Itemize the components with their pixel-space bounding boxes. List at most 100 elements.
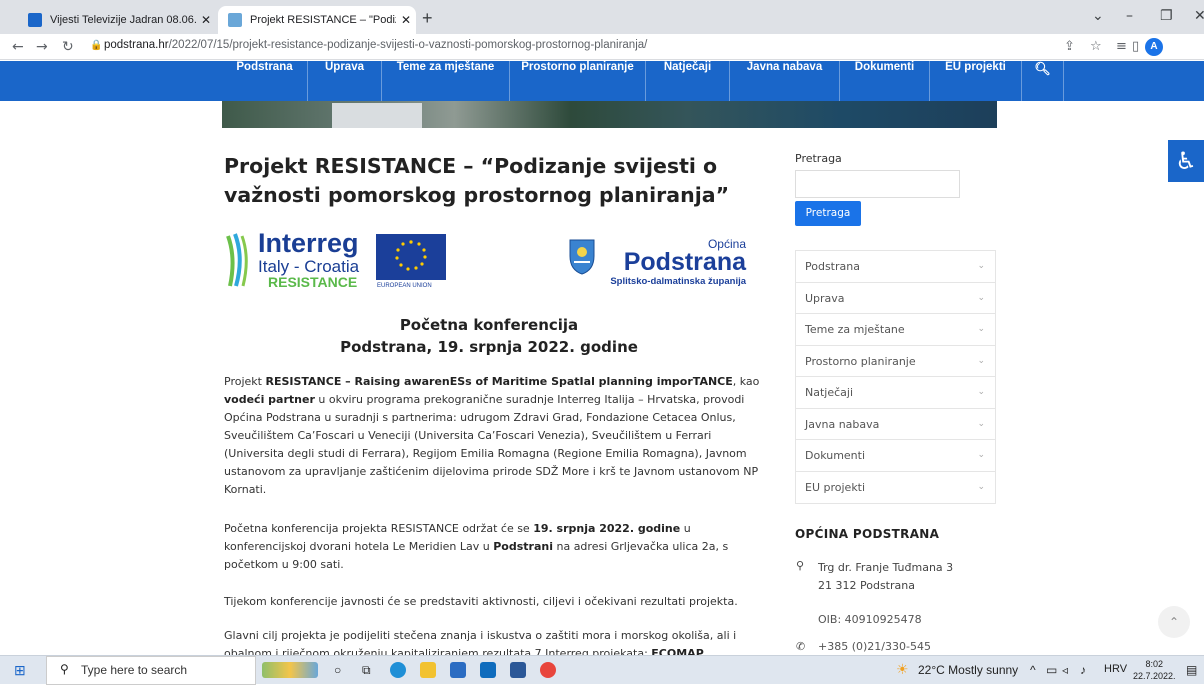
article-paragraph-3: Tijekom konferencije javnosti će se pred… bbox=[224, 595, 738, 608]
scroll-to-top-button[interactable]: ⌃ bbox=[1158, 606, 1190, 638]
chevron-down-icon: ⌄ bbox=[977, 387, 985, 397]
profile-avatar[interactable]: A bbox=[1145, 38, 1163, 56]
nav-item-teme[interactable]: Teme za mještane bbox=[382, 61, 510, 101]
weather-text[interactable]: 22°C Mostly sunny bbox=[918, 663, 1018, 677]
volume-icon[interactable]: ♪ bbox=[1080, 663, 1086, 677]
store-icon[interactable] bbox=[450, 662, 466, 678]
tab-close-icon[interactable]: ✕ bbox=[396, 13, 416, 27]
cortana-icon[interactable]: ○ bbox=[334, 663, 341, 677]
zupanija-word: Splitsko-dalmatinska županija bbox=[610, 276, 746, 287]
header-banner-image bbox=[222, 101, 997, 128]
sidebar-item-prostorno[interactable]: Prostorno planiranje ⌄ bbox=[796, 346, 995, 377]
language-indicator[interactable]: HRV bbox=[1104, 663, 1127, 675]
site-navigation: Podstrana Uprava Teme za mještane Prosto… bbox=[0, 61, 1204, 101]
notifications-icon[interactable]: ▤ bbox=[1186, 663, 1197, 677]
close-window-icon[interactable]: ✕ bbox=[1194, 8, 1204, 24]
conference-line-2: Podstrana, 19. srpnja 2022. godine bbox=[340, 338, 638, 356]
browser-tab-active[interactable]: Projekt RESISTANCE – "Podizanje ✕ bbox=[218, 6, 416, 34]
eu-label: EUROPEAN UNION bbox=[377, 283, 432, 289]
banner-building bbox=[332, 103, 422, 128]
sidebar-item-javna-nabava[interactable]: Javna nabava ⌄ bbox=[796, 409, 995, 440]
org-phone[interactable]: +385 (0)21/330-545 bbox=[818, 640, 931, 653]
outlook-icon[interactable] bbox=[480, 662, 496, 678]
sidebar-item-dokumenti[interactable]: Dokumenti ⌄ bbox=[796, 440, 995, 472]
chevron-down-icon: ⌄ bbox=[977, 324, 985, 334]
nav-item-javna-nabava[interactable]: Javna nabava bbox=[730, 61, 840, 101]
task-view-icon[interactable]: ⧉ bbox=[362, 663, 371, 678]
reload-icon[interactable]: ↻ bbox=[62, 39, 74, 55]
side-panel-icon[interactable]: ▯ bbox=[1132, 39, 1139, 54]
restore-icon[interactable]: ❐ bbox=[1160, 8, 1173, 24]
chevron-down-icon: ⌄ bbox=[977, 292, 985, 303]
sidebar-item-uprava[interactable]: Uprava ⌄ bbox=[796, 283, 995, 314]
sidebar-search-input[interactable] bbox=[795, 170, 960, 198]
org-address: Trg dr. Franje Tuđmana 3 21 312 Podstran… bbox=[818, 561, 954, 592]
windows-taskbar: ⊞ Type here to search ⚲ ○ ⧉ ☀ 22°C Mostl… bbox=[0, 655, 1204, 685]
minimize-icon[interactable]: – bbox=[1126, 8, 1133, 24]
sidebar-item-podstrana[interactable]: Podstrana ⌄ bbox=[796, 251, 995, 283]
nav-item-uprava[interactable]: Uprava bbox=[308, 61, 382, 101]
reading-list-icon[interactable]: ≡ bbox=[1116, 39, 1127, 54]
phone-icon: ✆ bbox=[796, 640, 806, 653]
nav-item-podstrana[interactable]: Podstrana bbox=[222, 61, 308, 101]
weather-sun-icon[interactable]: ☀ bbox=[896, 661, 909, 678]
tab-close-icon[interactable]: ✕ bbox=[196, 13, 216, 27]
org-oib: OIB: 40910925478 bbox=[818, 613, 922, 626]
interreg-word: Interreg bbox=[258, 228, 359, 258]
sidebar-item-teme[interactable]: Teme za mještane ⌄ bbox=[796, 314, 995, 346]
widgets-news-icon[interactable] bbox=[262, 662, 318, 678]
share-icon[interactable]: ⇪ bbox=[1064, 39, 1075, 54]
search-label: Pretraga bbox=[795, 152, 842, 165]
tab-favicon-icon bbox=[228, 13, 242, 27]
lock-icon[interactable]: 🔒 bbox=[90, 40, 102, 51]
accessibility-icon[interactable]: ♿︎ bbox=[1168, 140, 1204, 182]
network-icon[interactable]: ▭ bbox=[1046, 663, 1057, 677]
article-paragraph-1: Projekt RESISTANCE – Raising awarenESs o… bbox=[224, 375, 760, 496]
clock-time: 8:02 bbox=[1145, 659, 1164, 669]
clock[interactable]: 8:02 22.7.2022. bbox=[1133, 658, 1176, 682]
org-title: OPĆINA PODSTRANA bbox=[795, 527, 940, 541]
sidebar-item-eu-projekti[interactable]: EU projekti ⌄ bbox=[796, 472, 995, 504]
new-tab-button[interactable]: + bbox=[422, 8, 433, 29]
file-explorer-icon[interactable] bbox=[420, 662, 436, 678]
sidebar-item-natjecaji[interactable]: Natječaji ⌄ bbox=[796, 377, 995, 409]
nav-item-prostorno[interactable]: Prostorno planiranje bbox=[510, 61, 646, 101]
back-arrow-icon[interactable]: ← bbox=[12, 39, 24, 55]
interreg-logo: Interreg Italy - Croatia RESISTANCE EURO… bbox=[226, 228, 446, 290]
nav-search-icon[interactable]: 🔍︎ bbox=[1022, 61, 1064, 101]
resistance-word: RESISTANCE bbox=[268, 274, 357, 290]
chevron-down-icon: ⌄ bbox=[977, 355, 985, 366]
nav-item-dokumenti[interactable]: Dokumenti bbox=[840, 61, 930, 101]
chrome-icon[interactable] bbox=[540, 662, 556, 678]
sidebar-menu: Podstrana ⌄ Uprava ⌄ Teme za mještane ⌄ Pro… bbox=[795, 250, 996, 504]
chevron-down-icon: ⌄ bbox=[977, 418, 985, 429]
chevron-down-icon: ⌄ bbox=[977, 481, 985, 492]
tab-title: Vijesti Televizije Jadran 08.06.202 bbox=[50, 14, 196, 26]
word-icon[interactable] bbox=[510, 662, 526, 678]
browser-tab-strip: Vijesti Televizije Jadran 08.06.202 ✕ Pr… bbox=[0, 0, 1204, 34]
forward-arrow-icon[interactable]: → bbox=[36, 39, 48, 55]
podstrana-logo: Općina Podstrana Splitsko-dalmatinska žu… bbox=[566, 234, 751, 290]
taskbar-search-input[interactable]: Type here to search bbox=[46, 656, 256, 685]
location-pin-icon: ⚲ bbox=[796, 559, 805, 572]
article-paragraph-2: Početna konferencija projekta RESISTANCE… bbox=[224, 522, 729, 571]
chevron-down-icon: ⌄ bbox=[977, 261, 985, 271]
edge-icon[interactable] bbox=[390, 662, 406, 678]
tab-title: Projekt RESISTANCE – "Podizanje bbox=[250, 14, 396, 26]
speaker-icon[interactable]: ◃ bbox=[1062, 663, 1068, 677]
tab-search-chevron-icon[interactable]: ⌄ bbox=[1092, 8, 1104, 24]
conference-line-1: Početna konferencija bbox=[399, 316, 579, 334]
address-bar: ← → ↻ 🔒 podstrana.hr/2022/07/15/projekt-… bbox=[0, 34, 1204, 60]
windows-start-icon[interactable]: ⊞ bbox=[14, 662, 26, 679]
tab-favicon-icon bbox=[28, 13, 42, 27]
podstrana-word: Podstrana bbox=[624, 248, 747, 276]
url-field[interactable]: podstrana.hr/2022/07/15/projekt-resistan… bbox=[104, 39, 647, 51]
nav-item-eu-projekti[interactable]: EU projekti bbox=[930, 61, 1022, 101]
browser-tab[interactable]: Vijesti Televizije Jadran 08.06.202 ✕ bbox=[18, 6, 216, 34]
sidebar-search-button[interactable]: Pretraga bbox=[795, 201, 861, 226]
nav-item-natjecaji[interactable]: Natječaji bbox=[646, 61, 730, 101]
search-icon: ⚲ bbox=[60, 662, 69, 676]
bookmark-star-icon[interactable]: ☆ bbox=[1090, 39, 1102, 54]
clock-date: 22.7.2022. bbox=[1133, 671, 1176, 681]
tray-chevron-up-icon[interactable]: ^ bbox=[1030, 663, 1036, 677]
